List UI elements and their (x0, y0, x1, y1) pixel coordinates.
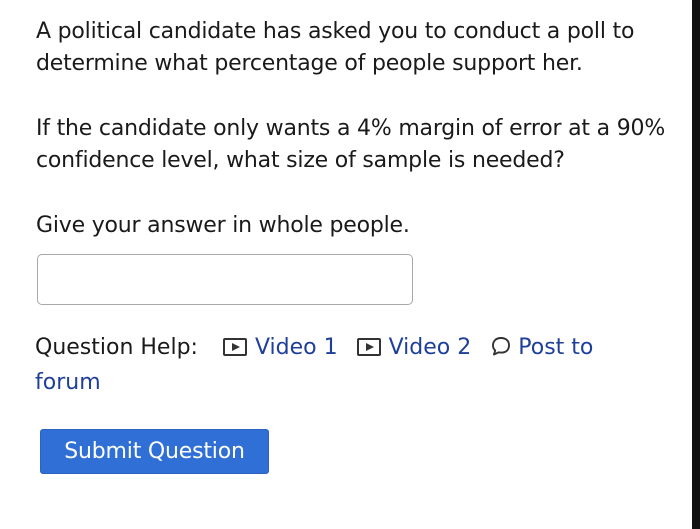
video-1-label: Video 1 (254, 335, 338, 360)
question-help: Question Help: Video 1 Video 2 Post to f… (35, 332, 635, 399)
video-1-link[interactable]: Video 1 (222, 335, 338, 360)
video-icon (356, 338, 381, 356)
submit-question-button[interactable]: Submit Question (40, 429, 269, 474)
video-2-label: Video 2 (388, 335, 472, 360)
video-icon (222, 338, 247, 356)
answer-input[interactable] (37, 254, 413, 305)
question-intro: A political candidate has asked you to c… (36, 19, 635, 76)
answer-instruction: Give your answer in whole people. (36, 213, 410, 238)
right-edge-border (692, 0, 700, 529)
chat-bubble-icon (490, 335, 512, 367)
video-2-link[interactable]: Video 2 (356, 335, 472, 360)
question-help-label: Question Help: (35, 335, 198, 360)
question-prompt: If the candidate only wants a 4% margin … (36, 116, 666, 173)
